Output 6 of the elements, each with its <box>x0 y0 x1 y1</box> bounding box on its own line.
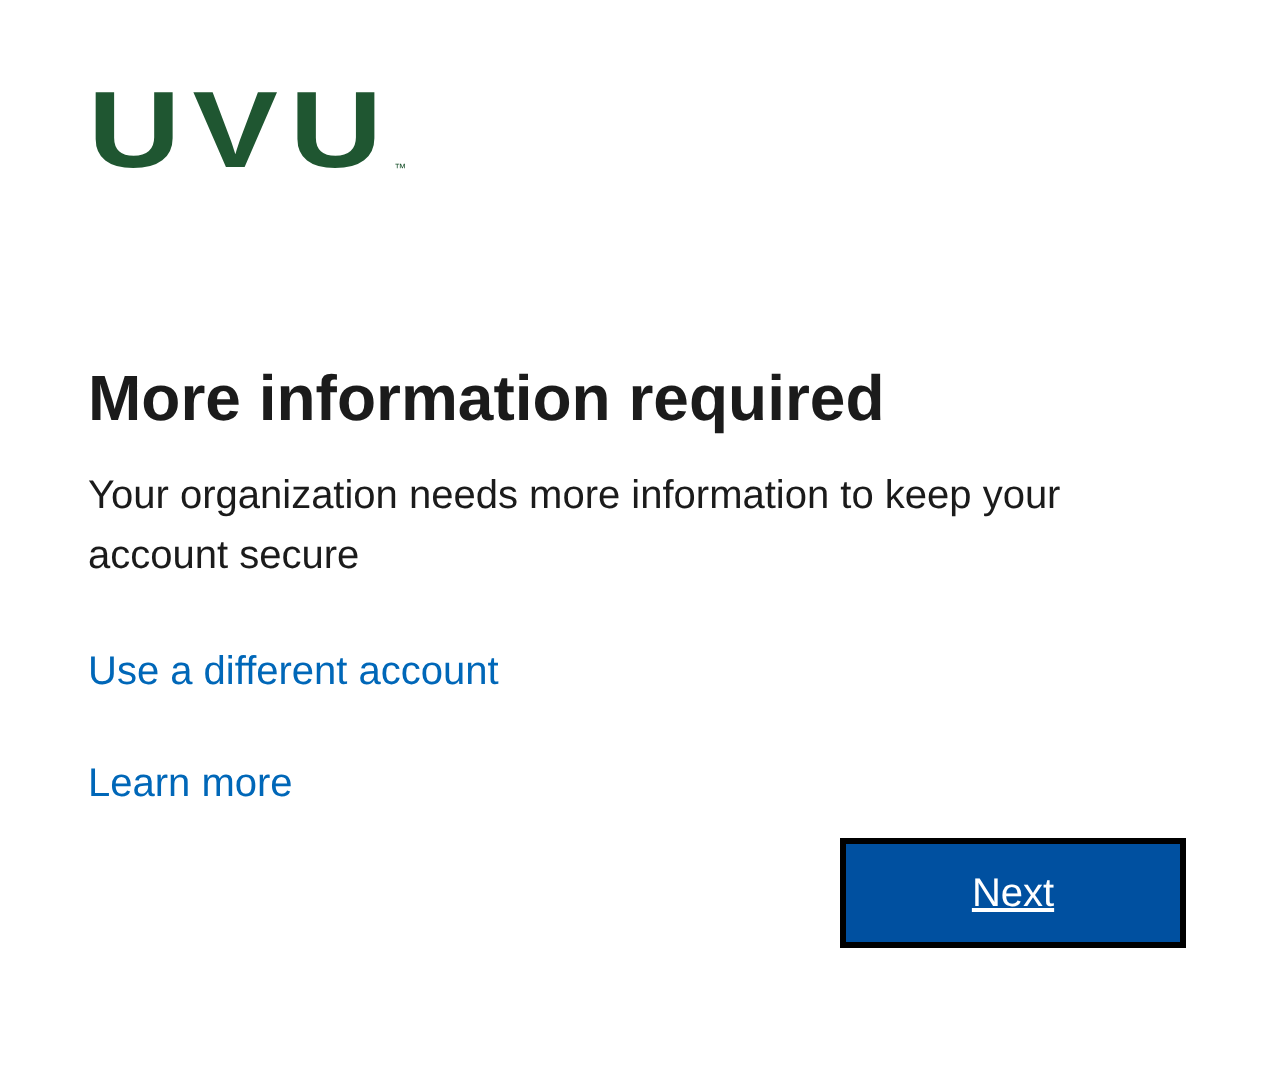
description: Your organization needs more information to keep your account secure <box>88 472 1063 582</box>
link[interactable]: Learn more <box>88 754 293 814</box>
page-title: More information required <box>88 360 887 438</box>
logo: UVU <box>88 75 395 184</box>
link[interactable]: Use a different account <box>88 642 499 702</box>
next-button[interactable]: Next <box>840 838 1186 948</box>
